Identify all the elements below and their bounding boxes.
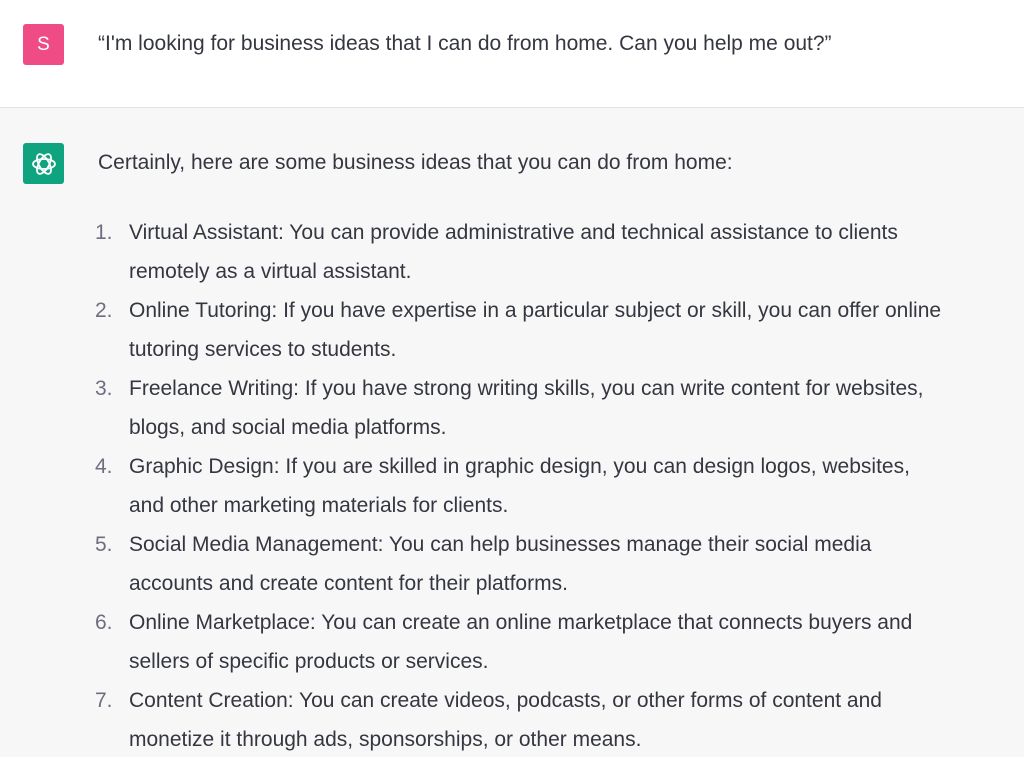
list-item: 4. Graphic Design: If you are skilled in… xyxy=(0,447,1024,525)
list-item-line: tutoring services to students. xyxy=(129,338,397,361)
list-item-text: Content Creation: You can create videos,… xyxy=(129,681,1019,759)
list-item: 2. Online Tutoring: If you have expertis… xyxy=(0,291,1024,369)
list-item-number: 7. xyxy=(95,689,113,712)
list-item: 7. Content Creation: You can create vide… xyxy=(0,681,1024,759)
list-item-number: 3. xyxy=(95,377,113,400)
user-avatar-letter: S xyxy=(37,33,50,55)
list-item-text: Freelance Writing: If you have strong wr… xyxy=(129,369,1019,447)
assistant-avatar xyxy=(23,143,64,184)
list-item-line: Virtual Assistant: You can provide admin… xyxy=(129,221,898,244)
list-item-line: and other marketing materials for client… xyxy=(129,494,509,517)
list-item: 6. Online Marketplace: You can create an… xyxy=(0,603,1024,681)
list-item-line: sellers of specific products or services… xyxy=(129,650,489,673)
list-item-number: 4. xyxy=(95,455,113,478)
list-item-line: Social Media Management: You can help bu… xyxy=(129,533,872,556)
list-item-line: Online Tutoring: If you have expertise i… xyxy=(129,299,942,322)
user-avatar: S xyxy=(23,24,64,65)
list-item: 3. Freelance Writing: If you have strong… xyxy=(0,369,1024,447)
assistant-intro-text: Certainly, here are some business ideas … xyxy=(98,151,733,174)
list-item-line: Content Creation: You can create videos,… xyxy=(129,689,882,712)
list-item-text: Virtual Assistant: You can provide admin… xyxy=(129,213,1019,291)
list-item-line: Freelance Writing: If you have strong wr… xyxy=(129,377,924,400)
list-item-line: blogs, and social media platforms. xyxy=(129,416,447,439)
list-item-text: Graphic Design: If you are skilled in gr… xyxy=(129,447,1019,525)
user-message-text: “I'm looking for business ideas that I c… xyxy=(98,32,832,55)
list-item-text: Online Tutoring: If you have expertise i… xyxy=(129,291,1019,369)
list-item-line: Graphic Design: If you are skilled in gr… xyxy=(129,455,910,478)
list-item-line: accounts and create content for their pl… xyxy=(129,572,568,595)
assistant-message-row: Certainly, here are some business ideas … xyxy=(0,108,1024,757)
openai-logo-icon xyxy=(31,152,56,175)
list-item-line: monetize it through ads, sponsorships, o… xyxy=(129,728,642,751)
list-item-line: Online Marketplace: You can create an on… xyxy=(129,611,913,634)
list-item-text: Online Marketplace: You can create an on… xyxy=(129,603,1019,681)
list-item-number: 1. xyxy=(95,221,113,244)
list-item-number: 2. xyxy=(95,299,113,322)
list-item-text: Social Media Management: You can help bu… xyxy=(129,525,1019,603)
list-item: 5. Social Media Management: You can help… xyxy=(0,525,1024,603)
user-message-row: S “I'm looking for business ideas that I… xyxy=(0,0,1024,108)
list-item-line: remotely as a virtual assistant. xyxy=(129,260,412,283)
list-item-number: 5. xyxy=(95,533,113,556)
list-item-number: 6. xyxy=(95,611,113,634)
business-ideas-list: 1. Virtual Assistant: You can provide ad… xyxy=(0,213,1024,759)
list-item: 1. Virtual Assistant: You can provide ad… xyxy=(0,213,1024,291)
